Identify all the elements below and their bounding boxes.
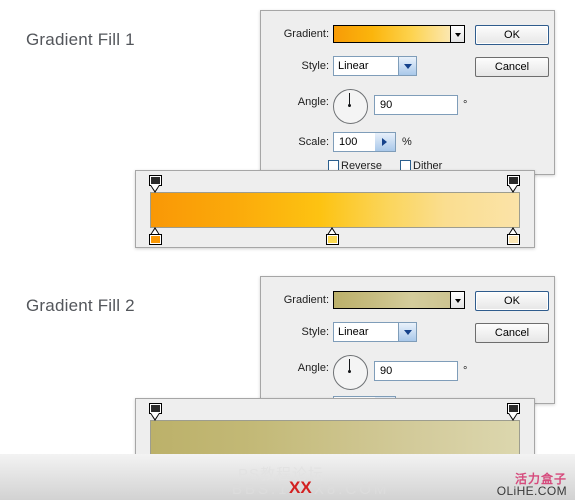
style-label-1: Style: [301, 60, 329, 72]
angle-unit-2: ° [463, 365, 468, 377]
angle-value-1: 90 [380, 99, 393, 111]
gradient-label-2: Gradient: [283, 294, 329, 306]
watermark-overlay-xx: XX [289, 478, 312, 497]
gradient-swatch-control-1[interactable] [333, 25, 465, 43]
style-value-2: Linear [338, 326, 369, 338]
angle-dial-1[interactable] [333, 89, 368, 124]
caption-gradient-fill-2: Gradient Fill 2 [26, 296, 135, 315]
angle-input-2[interactable]: 90 [374, 361, 458, 381]
style-value-1: Linear [338, 60, 369, 72]
ok-button-1[interactable]: OK [475, 25, 549, 45]
style-combobox-1[interactable]: Linear [333, 56, 417, 76]
chevron-down-icon-style-1[interactable] [398, 57, 416, 75]
angle-label-2: Angle: [297, 362, 329, 374]
stop-pointer-inner-icon [151, 413, 159, 419]
scale-stepper-arrow-icon-1[interactable] [375, 133, 395, 151]
scale-stepper-1[interactable]: 100 [333, 132, 396, 152]
stop-pointer-inner-icon [509, 185, 517, 191]
gradient-editor-panel-1 [135, 170, 535, 248]
logo-en: OLiHE.COM [496, 484, 567, 498]
gradient-stop-top-right-2[interactable] [507, 403, 520, 421]
gradient-dropdown-arrow-icon-2[interactable] [451, 291, 465, 309]
gradient-stop-top-left-1[interactable] [149, 175, 162, 193]
color-stop-icon [326, 234, 339, 245]
gradient-stop-top-left-2[interactable] [149, 403, 162, 421]
gradient-swatch-preview-1[interactable] [333, 25, 451, 43]
screenshot-canvas: Gradient Fill 1 Gradient Fill 2 Gradient… [0, 0, 575, 500]
angle-input-1[interactable]: 90 [374, 95, 458, 115]
gradient-fill-dialog-2: Gradient: Style: Linear Angle: 90 ° Scal… [260, 276, 555, 404]
cancel-button-1[interactable]: Cancel [475, 57, 549, 77]
gradient-label-1: Gradient: [283, 28, 329, 40]
stop-pointer-inner-icon [151, 185, 159, 191]
gradient-stop-bottom-1-2[interactable] [507, 227, 520, 245]
cancel-button-2[interactable]: Cancel [475, 323, 549, 343]
gradient-stop-bottom-1-1[interactable] [326, 227, 339, 245]
angle-unit-1: ° [463, 99, 468, 111]
scale-value-1: 100 [339, 136, 358, 148]
angle-dial-hub-icon-2 [348, 370, 351, 373]
angle-dial-2[interactable] [333, 355, 368, 390]
stop-pointer-inner-icon [509, 413, 517, 419]
gradient-fill-dialog-1: Gradient: Style: Linear Angle: 90 ° Scal… [260, 10, 555, 175]
gradient-stop-top-right-1[interactable] [507, 175, 520, 193]
gradient-stop-bottom-1-0[interactable] [149, 227, 162, 245]
color-stop-icon [507, 234, 520, 245]
gradient-swatch-preview-2[interactable] [333, 291, 451, 309]
caption-gradient-fill-1: Gradient Fill 1 [26, 30, 135, 49]
gradient-bar-1[interactable] [150, 192, 520, 228]
ok-button-2[interactable]: OK [475, 291, 549, 311]
angle-label-1: Angle: [297, 96, 329, 108]
chevron-down-icon-style-2[interactable] [398, 323, 416, 341]
gradient-bar-2[interactable] [150, 420, 520, 456]
scale-unit-1: % [402, 136, 412, 148]
gradient-swatch-control-2[interactable] [333, 291, 465, 309]
style-combobox-2[interactable]: Linear [333, 322, 417, 342]
angle-value-2: 90 [380, 365, 393, 377]
scale-label-1: Scale: [298, 136, 329, 148]
style-label-2: Style: [301, 326, 329, 338]
angle-dial-hub-icon-1 [348, 104, 351, 107]
gradient-dropdown-arrow-icon-1[interactable] [451, 25, 465, 43]
color-stop-icon [149, 234, 162, 245]
